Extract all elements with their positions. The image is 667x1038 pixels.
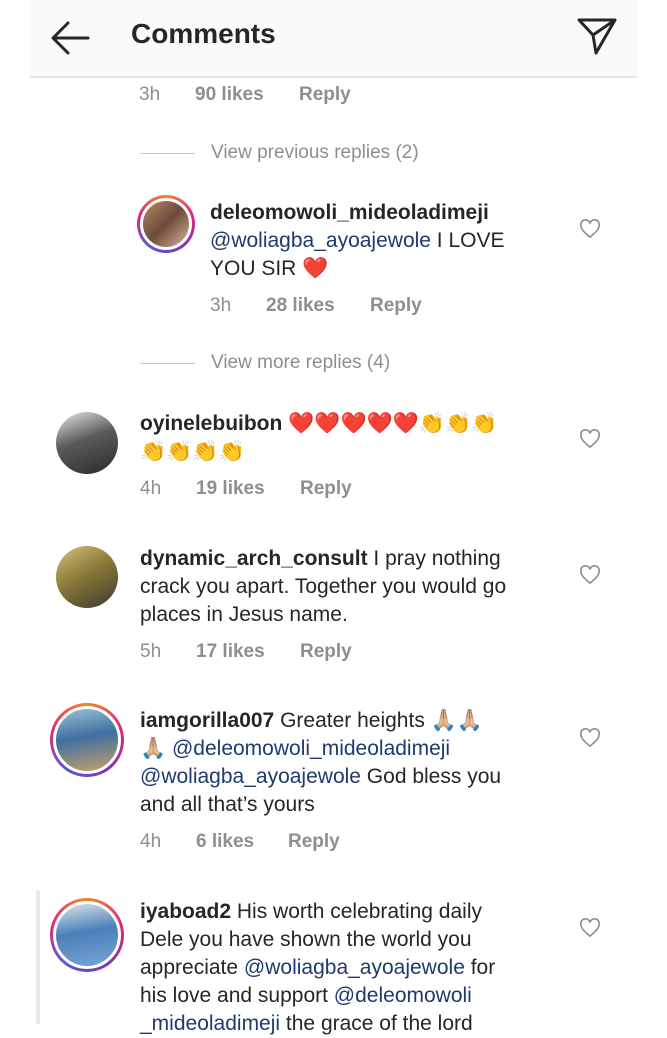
scroll-edge-indicator — [36, 890, 40, 1024]
comment-text: 🙏🏼 — [140, 737, 172, 760]
view-previous-replies[interactable]: View previous replies (2) — [140, 142, 419, 164]
comment-meta: 5h 17 likes Reply — [140, 641, 352, 663]
likes-count[interactable]: 19 likes — [196, 478, 300, 500]
username[interactable]: iamgorilla007 — [140, 709, 274, 732]
timestamp: 3h — [139, 84, 161, 105]
divider-line — [140, 152, 195, 154]
comment-meta: 4h 6 likes Reply — [140, 831, 340, 853]
send-icon[interactable] — [576, 16, 618, 56]
reply-button[interactable]: Reply — [299, 84, 351, 106]
comment-meta: 3h 90 likes Reply — [139, 84, 351, 106]
mention-link[interactable]: @deleomowoli_mideoladimeji — [172, 737, 450, 760]
view-more-label[interactable]: View more replies (4) — [211, 352, 390, 374]
comment-text: appreciate — [140, 956, 244, 979]
mention-link[interactable]: @woliagba_ayoajewole — [210, 229, 431, 252]
likes-count[interactable]: 6 likes — [196, 831, 288, 853]
comment: iyaboad2 His worth celebrating daily Del… — [140, 898, 580, 1038]
reply-button[interactable]: Reply — [288, 831, 340, 853]
comment: oyinelebuibon ❤️❤️❤️❤️❤️👏👏👏 👏👏👏👏 — [140, 410, 560, 466]
comment-text: I pray nothing — [367, 547, 501, 570]
timestamp: 3h — [210, 295, 232, 316]
username[interactable]: deleomowoli_mideoladimeji — [210, 201, 489, 224]
timestamp: 4h — [140, 478, 162, 499]
comment-meta: 4h 19 likes Reply — [140, 478, 352, 500]
username[interactable]: dynamic_arch_consult — [140, 547, 368, 570]
mention-link[interactable]: @woliagba_ayoajewole — [140, 765, 361, 788]
like-heart-icon[interactable] — [579, 728, 601, 748]
like-heart-icon[interactable] — [579, 565, 601, 585]
mention-link[interactable]: @woliagba_ayoajewole — [244, 956, 465, 979]
comment-text: Dele you have shown the world you — [140, 928, 472, 951]
comment-text: ❤️❤️❤️❤️❤️👏👏👏 — [282, 412, 498, 435]
username[interactable]: iyaboad2 — [140, 900, 231, 923]
like-heart-icon[interactable] — [579, 429, 601, 449]
like-heart-icon[interactable] — [579, 918, 601, 938]
comment-meta: 3h 28 likes Reply — [210, 295, 422, 317]
avatar[interactable] — [50, 898, 124, 972]
mention-link[interactable]: @deleomowoli — [334, 984, 472, 1007]
comment-text: his love and support — [140, 984, 334, 1007]
comment-text: places in Jesus name. — [140, 603, 348, 626]
reply-button[interactable]: Reply — [370, 295, 422, 317]
avatar[interactable] — [56, 546, 118, 608]
timestamp: 4h — [140, 831, 162, 852]
comment-text: and all that’s yours — [140, 793, 315, 816]
comment-text: God bless you — [360, 765, 502, 788]
back-arrow-icon[interactable] — [48, 18, 92, 58]
comment-text: His worth celebrating daily — [231, 900, 482, 923]
avatar[interactable] — [56, 412, 118, 474]
like-heart-icon[interactable] — [579, 219, 601, 239]
top-bar: Comments — [30, 0, 637, 78]
avatar[interactable] — [50, 703, 124, 777]
reply-button[interactable]: Reply — [300, 478, 352, 500]
comment-text: for — [464, 956, 496, 979]
view-previous-label[interactable]: View previous replies (2) — [211, 142, 419, 164]
comment: iamgorilla007 Greater heights 🙏🏼🙏🏼 🙏🏼 @d… — [140, 707, 570, 819]
comment-text: I LOVE — [430, 229, 505, 252]
comment-text: 👏👏👏👏 — [140, 440, 245, 463]
comment-text: YOU SIR ❤️ — [210, 257, 329, 280]
comment-text: Greater heights 🙏🏼🙏🏼 — [274, 709, 483, 732]
likes-count[interactable]: 17 likes — [196, 641, 300, 663]
divider-line — [140, 362, 195, 364]
avatar[interactable] — [137, 195, 195, 253]
view-more-replies[interactable]: View more replies (4) — [140, 352, 390, 374]
timestamp: 5h — [140, 641, 162, 662]
page-title: Comments — [131, 18, 276, 49]
reply-comment: deleomowoli_mideoladimeji @woliagba_ayoa… — [210, 199, 570, 283]
reply-button[interactable]: Reply — [300, 641, 352, 663]
comment-text: crack you apart. Together you would go — [140, 575, 507, 598]
username[interactable]: oyinelebuibon — [140, 412, 282, 435]
comment: dynamic_arch_consult I pray nothing crac… — [140, 545, 570, 629]
likes-count[interactable]: 28 likes — [266, 295, 370, 317]
likes-count[interactable]: 90 likes — [195, 84, 299, 106]
